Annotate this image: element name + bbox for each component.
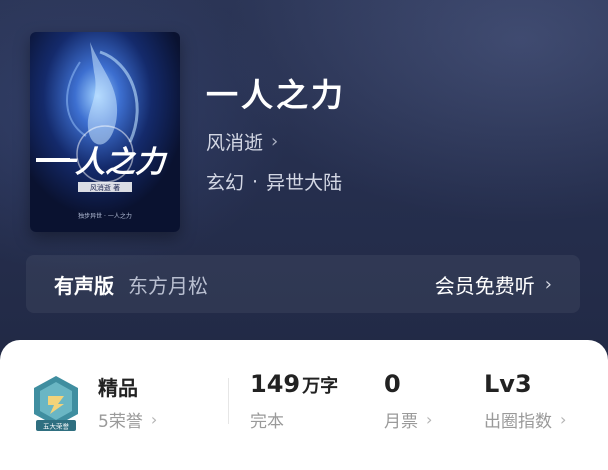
author-name: 风消逝	[206, 132, 264, 154]
author-link[interactable]: 风消逝 ›	[206, 128, 278, 155]
honor-badge-icon[interactable]: 五大荣誉	[30, 374, 82, 434]
genre-secondary[interactable]: 异世大陆	[266, 168, 342, 195]
chevron-right-icon: ›	[150, 410, 158, 429]
honor-count-link[interactable]: 5荣誉 ›	[98, 407, 157, 432]
chevron-right-icon: ›	[271, 131, 279, 152]
influence-level: Lv3	[484, 370, 532, 398]
cover-title-text: 一人之力	[45, 145, 168, 180]
book-title: 一人之力	[206, 76, 347, 114]
honor-count: 5荣誉	[98, 412, 143, 432]
member-free-listen-label: 会员免费听	[434, 273, 535, 298]
badge-text: 五大荣誉	[43, 422, 70, 431]
monthly-ticket-stat[interactable]: 0 月票 ›	[384, 370, 432, 432]
monthly-ticket-label: 月票	[384, 412, 418, 432]
genre-primary[interactable]: 玄幻	[206, 168, 244, 195]
audiobook-bar[interactable]: 有声版 东方月松 会员免费听 ›	[26, 255, 580, 313]
influence-index-label: 出圈指数	[484, 412, 552, 432]
word-count-unit: 万字	[302, 376, 339, 397]
cover-subtitle: 风消逝 著	[90, 183, 120, 192]
cover-tagline: 独步异世 · 一人之力	[78, 212, 132, 220]
word-count-stat: 149 万字 完本	[250, 370, 338, 432]
cover-art: 一人之力 风消逝 著 独步异世 · 一人之力	[30, 32, 180, 232]
genre-tags: 玄幻 · 异世大陆	[206, 168, 342, 195]
influence-index-stat[interactable]: Lv3 出圈指数 ›	[484, 370, 566, 432]
chevron-right-icon: ›	[560, 410, 567, 429]
narrator-name: 东方月松	[128, 273, 208, 298]
completion-status: 完本	[250, 412, 284, 432]
stats-divider	[228, 378, 229, 424]
member-free-listen-button[interactable]: 会员免费听 ›	[435, 270, 552, 299]
monthly-ticket-value: 0	[384, 370, 401, 398]
chevron-right-icon: ›	[426, 410, 433, 429]
book-cover[interactable]: 一人之力 风消逝 著 独步异世 · 一人之力	[30, 32, 180, 232]
word-count-value: 149	[250, 370, 301, 398]
book-header: 一人之力 风消逝 著 独步异世 · 一人之力 一人之力 风消逝 › 玄幻 · 异…	[0, 0, 608, 350]
stats-card: 五大荣誉 精品 5荣誉 › 149 万字 完本 0 月票 › Lv3 出圈指数 …	[0, 340, 608, 470]
genre-separator: ·	[252, 170, 259, 193]
audiobook-label: 有声版	[54, 273, 114, 298]
honor-title: 精品	[98, 376, 138, 400]
chevron-right-icon: ›	[544, 273, 552, 295]
